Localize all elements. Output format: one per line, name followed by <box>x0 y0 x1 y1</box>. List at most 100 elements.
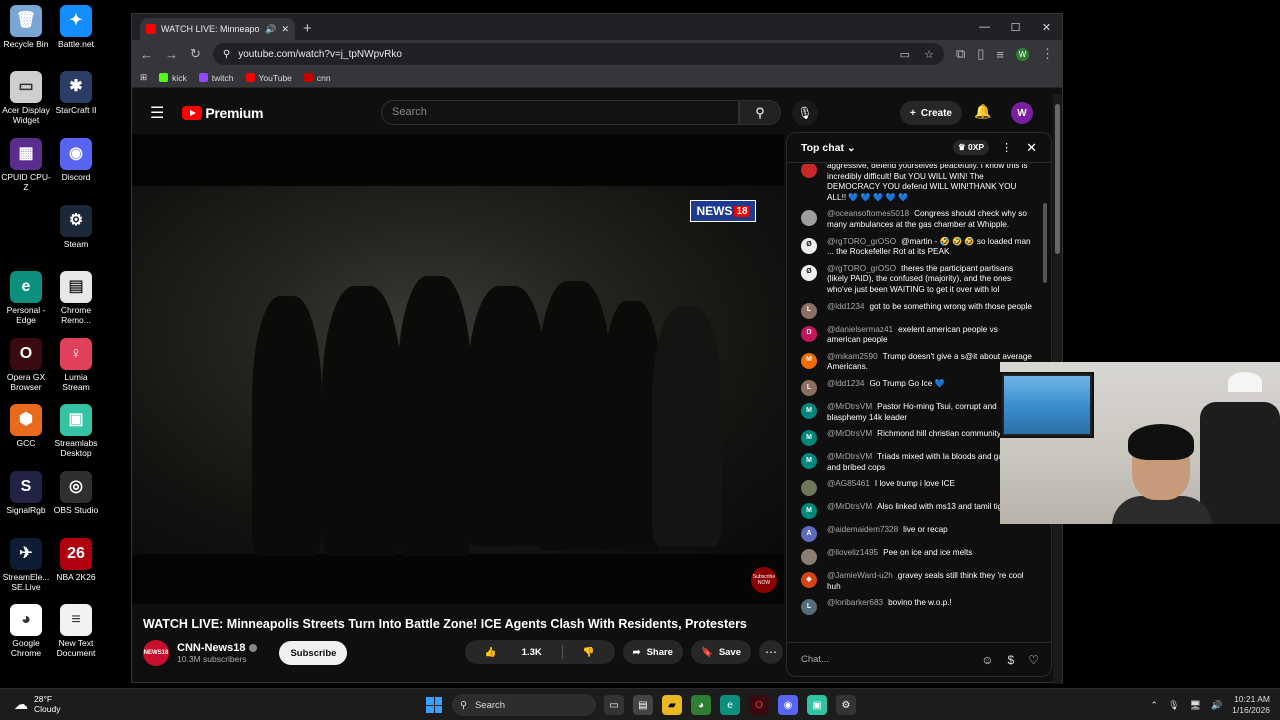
chat-author[interactable]: @MrDtrsVM <box>827 402 872 411</box>
desktop-icon-starcraft-ii[interactable]: ✱ StarCraft II <box>50 71 102 115</box>
dislike-button[interactable]: 👎 <box>563 647 615 658</box>
chat-author[interactable]: @MrDtrsVM <box>827 502 872 511</box>
chat-author[interactable]: @rgTORO_grOSO <box>827 264 896 273</box>
chat-message[interactable]: ◈ @JamieWard-u2h gravey seals still think … <box>801 571 1043 592</box>
channel-avatar[interactable]: NEWS18 <box>143 640 169 666</box>
browser-menu-icon[interactable]: ⋮ <box>1041 46 1054 62</box>
desktop-icon-streamlabs-desktop[interactable]: ▣ Streamlabs Desktop <box>50 404 102 458</box>
save-button[interactable]: 🔖 Save <box>690 640 751 664</box>
chat-author[interactable]: @MrDtrsVM <box>827 429 872 438</box>
chat-avatar[interactable]: L <box>801 302 817 319</box>
chat-avatar[interactable] <box>801 480 817 497</box>
taskbar-search[interactable]: ⚲ Search <box>452 694 596 716</box>
chat-avatar[interactable]: A <box>801 526 817 543</box>
super-chat-icon[interactable]: $ <box>1008 653 1015 667</box>
search-input[interactable]: Search <box>381 100 739 125</box>
desktop-icon-battle-net[interactable]: ✦ Battle.net <box>50 5 102 49</box>
chat-message[interactable]: @lloveliz1495 Pee on ice and ice melts <box>801 548 1043 566</box>
opera-gx-icon[interactable]: O <box>749 695 769 715</box>
chat-message[interactable]: A @aidemaidem7328 live or recap <box>801 525 1043 543</box>
clock[interactable]: 10:21 AM 1/16/2026 <box>1232 694 1270 716</box>
widgets-icon[interactable]: ▤ <box>633 695 653 715</box>
sidepanel-icon[interactable]: ▯ <box>977 46 984 62</box>
hamburger-menu-icon[interactable]: ☰ <box>150 103 164 123</box>
channel-name-row[interactable]: CNN-News18 <box>177 642 258 654</box>
chat-author[interactable]: @loribarker683 <box>827 598 883 607</box>
chat-avatar[interactable]: M <box>801 352 817 369</box>
chat-author[interactable]: @ldd1234 <box>827 302 864 311</box>
chat-author[interactable]: @AG85461 <box>827 479 870 488</box>
bookmark-youtube[interactable]: YouTube <box>245 73 292 83</box>
chat-avatar[interactable] <box>801 549 817 566</box>
chat-author[interactable]: @danielsermaz41 <box>827 325 893 334</box>
discord-icon[interactable]: ◉ <box>778 695 798 715</box>
chat-author[interactable]: @lloveliz1495 <box>827 548 878 557</box>
desktop-icon-streamele-se-live[interactable]: ✈ StreamEle... SE.Live <box>0 538 52 592</box>
chat-message[interactable]: @oceansoftomes5018 Congress should check … <box>801 209 1043 230</box>
chat-menu-icon[interactable]: ⋮ <box>1001 141 1012 154</box>
maximize-icon[interactable]: ☐ <box>1000 14 1031 40</box>
desktop-icon-signalrgb[interactable]: S SignalRgb <box>0 471 52 515</box>
site-info-icon[interactable]: ⚲ <box>223 49 230 60</box>
chat-author[interactable]: @JamieWard-u2h <box>827 571 893 580</box>
desktop-icon-discord[interactable]: ◉ Discord <box>50 138 102 182</box>
desktop-icon-acer-display-widget[interactable]: ▭ Acer Display Widget <box>0 71 52 125</box>
search-button[interactable]: ⚲ <box>739 100 781 125</box>
chat-avatar[interactable]: D <box>801 325 817 342</box>
browser-tab-active[interactable]: WATCH LIVE: Minneapolis S 🔊 ✕ <box>140 18 295 40</box>
chat-message[interactable]: D @danielsermaz41 exelent american people … <box>801 325 1043 346</box>
extensions-icon[interactable]: ⧉ <box>956 46 965 62</box>
tab-close-icon[interactable]: ✕ <box>281 24 289 35</box>
weather-widget[interactable]: ☁ 28°F Cloudy <box>14 694 60 714</box>
chat-avatar[interactable]: ◈ <box>801 572 817 589</box>
notifications-bell-icon[interactable]: 🔔 <box>974 103 991 120</box>
chat-avatar[interactable]: Ø <box>801 237 817 254</box>
voice-search-button[interactable]: 🎙 <box>792 100 818 126</box>
settings-gear-icon[interactable]: ⚙ <box>836 695 856 715</box>
file-explorer-icon[interactable]: ▰ <box>662 695 682 715</box>
heart-icon[interactable]: ♡ <box>1028 653 1039 667</box>
media-icon[interactable]: ≡ <box>996 47 1004 62</box>
channel-name[interactable]: CNN-News18 <box>177 642 245 654</box>
desktop-icon-chrome-remo[interactable]: ▤ Chrome Remo... <box>50 271 102 325</box>
chat-author[interactable]: @rgTORO_grOSO <box>827 237 896 246</box>
chat-avatar[interactable]: Ø <box>801 264 817 281</box>
bookmark-star-icon[interactable]: ☆ <box>924 48 934 61</box>
chat-close-icon[interactable]: ✕ <box>1026 140 1037 156</box>
chat-avatar[interactable] <box>801 164 817 178</box>
desktop-icon-personal-edge[interactable]: e Personal - Edge <box>0 271 52 325</box>
address-bar[interactable]: ⚲ youtube.com/watch?v=j_tpNWpvRko ▭ ☆ <box>212 43 944 65</box>
desktop-icon-recycle-bin[interactable]: 🗑 Recycle Bin <box>0 5 52 49</box>
desktop-icon-lumia-stream[interactable]: ♀ Lumia Stream <box>50 338 102 392</box>
desktop-icon-opera-gx-browser[interactable]: O Opera GX Browser <box>0 338 52 392</box>
profile-avatar[interactable]: W <box>1016 47 1029 61</box>
bookmark-cnn[interactable]: cnn <box>303 73 331 83</box>
task-view-icon[interactable]: ▭ <box>604 695 624 715</box>
chat-message[interactable]: Ø @rgTORO_grOSO @martin - 🤣 🤣 🤣 so loaded … <box>801 237 1043 258</box>
edge-icon[interactable]: e <box>720 695 740 715</box>
youtube-logo[interactable]: Premium <box>182 105 263 121</box>
xp-badge[interactable]: ♛ 0XP <box>953 140 990 155</box>
desktop-icon-new-text-document[interactable]: ≡ New Text Document <box>50 604 102 658</box>
streamlabs-icon[interactable]: ▣ <box>807 695 827 715</box>
chat-avatar[interactable]: M <box>801 402 817 419</box>
new-tab-button[interactable]: + <box>303 20 312 37</box>
chat-message[interactable]: Ø @rgTORO_grOSO theres the participant par… <box>801 264 1043 296</box>
desktop-icon-google-chrome[interactable]: ◕ Google Chrome <box>0 604 52 658</box>
bookmark-kick[interactable]: kick <box>159 73 187 83</box>
window-close-icon[interactable]: ✕ <box>1031 14 1062 40</box>
cast-icon[interactable]: ▭ <box>900 48 910 61</box>
chat-author[interactable]: @MrDtrsVM <box>827 452 872 461</box>
more-actions-button[interactable]: ⋯ <box>759 640 783 664</box>
page-scroll-thumb[interactable] <box>1055 104 1060 254</box>
subscribe-button[interactable]: Subscribe <box>279 641 348 665</box>
volume-icon[interactable]: 🔊 <box>1211 700 1222 711</box>
desktop-icon-obs-studio[interactable]: ◎ OBS Studio <box>50 471 102 515</box>
microphone-tray-icon[interactable]: 🎙 <box>1168 700 1179 711</box>
reload-icon[interactable]: ↻ <box>190 46 201 62</box>
chevron-up-icon[interactable]: ⌃ <box>1151 700 1159 711</box>
chat-avatar[interactable]: M <box>801 503 817 520</box>
chat-avatar[interactable]: M <box>801 430 817 447</box>
chat-avatar[interactable]: L <box>801 599 817 616</box>
desktop-icon-cpuid-cpu-z[interactable]: ▦ CPUID CPU-Z <box>0 138 52 192</box>
